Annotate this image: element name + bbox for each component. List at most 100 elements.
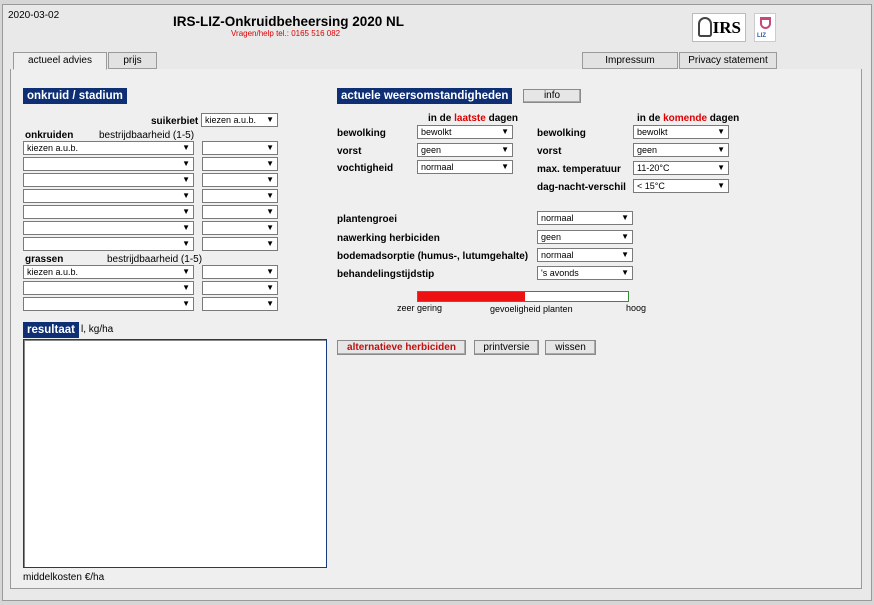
past-bewolking-label: bewolking	[337, 128, 386, 139]
sensitivity-bar-fill	[418, 292, 526, 301]
chevron-down-icon: ▼	[621, 213, 629, 222]
future-bewolking-select[interactable]: bewolkt ▼	[633, 125, 729, 139]
weed-difficulty-select-2[interactable]: ▼	[202, 157, 278, 171]
chevron-down-icon: ▼	[266, 283, 274, 292]
grass-difficulty-select-2[interactable]: ▼	[202, 281, 278, 295]
crop-label: suikerbiet	[151, 116, 199, 127]
past-vorst-select[interactable]: geen ▼	[417, 143, 513, 157]
date-label: 2020-03-02	[8, 10, 60, 21]
weed-difficulty-select-5[interactable]: ▼	[202, 205, 278, 219]
chevron-down-icon: ▼	[266, 207, 274, 216]
alternatieve-herbiciden-button[interactable]: alternatieve herbiciden	[337, 340, 466, 355]
nawerking-select[interactable]: geen ▼	[537, 230, 633, 244]
chevron-down-icon: ▼	[717, 163, 725, 172]
wissen-button[interactable]: wissen	[545, 340, 596, 355]
chevron-down-icon: ▼	[182, 143, 190, 152]
sensitivity-bar	[417, 291, 629, 302]
info-button[interactable]: info	[523, 89, 581, 103]
chevron-down-icon: ▼	[621, 250, 629, 259]
past-bewolking-select[interactable]: bewolkt ▼	[417, 125, 513, 139]
past-vochtigheid-select[interactable]: normaal ▼	[417, 160, 513, 174]
cost-label: middelkosten €/ha	[23, 572, 105, 583]
sensitivity-title-label: gevoeligheid planten	[490, 304, 573, 314]
chevron-down-icon: ▼	[501, 145, 509, 154]
beet-icon	[698, 17, 712, 37]
weed-select-4[interactable]: ▼	[23, 189, 194, 203]
chevron-down-icon: ▼	[621, 268, 629, 277]
irs-logo[interactable]: IRS	[692, 13, 746, 42]
weed-difficulty-select-7[interactable]: ▼	[202, 237, 278, 251]
grass-difficulty-select-1[interactable]: ▼	[202, 265, 278, 279]
weed-difficulty-select-1[interactable]: ▼	[202, 141, 278, 155]
chevron-down-icon: ▼	[266, 159, 274, 168]
nawerking-label: nawerking herbiciden	[337, 233, 440, 244]
printversie-button[interactable]: printversie	[474, 340, 539, 355]
chevron-down-icon: ▼	[266, 191, 274, 200]
liz-logo[interactable]: LIZ	[754, 13, 776, 42]
past-vorst-label: vorst	[337, 146, 362, 157]
weed-difficulty-select-3[interactable]: ▼	[202, 173, 278, 187]
future-maxtemp-select[interactable]: 11-20°C ▼	[633, 161, 729, 175]
chevron-down-icon: ▼	[266, 299, 274, 308]
weed-select-2[interactable]: ▼	[23, 157, 194, 171]
grass-difficulty-select-3[interactable]: ▼	[202, 297, 278, 311]
chevron-down-icon: ▼	[182, 283, 190, 292]
chevron-down-icon: ▼	[182, 175, 190, 184]
weed-select-1[interactable]: kiezen a.u.b. ▼	[23, 141, 194, 155]
grass-select-3[interactable]: ▼	[23, 297, 194, 311]
chevron-down-icon: ▼	[501, 162, 509, 171]
bodemadsorptie-select[interactable]: normaal ▼	[537, 248, 633, 262]
result-area	[23, 339, 327, 568]
future-bewolking-label: bewolking	[537, 128, 586, 139]
grasses-label: grassen	[25, 254, 64, 265]
future-dagnacht-label: dag-nacht-verschil	[537, 182, 626, 193]
weed-difficulty-select-4[interactable]: ▼	[202, 189, 278, 203]
grass-select-1[interactable]: kiezen a.u.b. ▼	[23, 265, 194, 279]
weed-select-6[interactable]: ▼	[23, 221, 194, 235]
grass-select-2[interactable]: ▼	[23, 281, 194, 295]
chevron-down-icon: ▼	[621, 232, 629, 241]
weeds-difficulty-label: bestrijdbaarheid (1-5)	[99, 130, 195, 141]
tab-prijs[interactable]: prijs	[108, 52, 157, 69]
weed-select-7[interactable]: ▼	[23, 237, 194, 251]
tab-actueel-advies[interactable]: actueel advies	[13, 52, 107, 70]
liz-mark-icon	[760, 17, 771, 29]
chevron-down-icon: ▼	[717, 127, 725, 136]
future-vorst-select[interactable]: geen ▼	[633, 143, 729, 157]
weeds-label: onkruiden	[25, 130, 74, 141]
chevron-down-icon: ▼	[266, 239, 274, 248]
future-dagnacht-select[interactable]: < 15°C ▼	[633, 179, 729, 193]
crop-select[interactable]: kiezen a.u.b. ▼	[201, 113, 278, 127]
section-onkruid-stadium: onkruid / stadium	[23, 88, 127, 104]
weed-difficulty-select-6[interactable]: ▼	[202, 221, 278, 235]
weed-select-5[interactable]: ▼	[23, 205, 194, 219]
future-vorst-label: vorst	[537, 146, 562, 157]
plantengroei-select[interactable]: normaal ▼	[537, 211, 633, 225]
behandelingstijdstip-select[interactable]: 's avonds ▼	[537, 266, 633, 280]
chevron-down-icon: ▼	[717, 181, 725, 190]
past-days-heading: in de laatste dagen	[428, 113, 519, 124]
behandelingstijdstip-label: behandelingstijdstip	[337, 269, 435, 280]
chevron-down-icon: ▼	[182, 191, 190, 200]
grasses-difficulty-label: bestrijdbaarheid (1-5)	[107, 254, 203, 265]
chevron-down-icon: ▼	[501, 127, 509, 136]
helpline-text: Vragen/help tel.: 0165 516 082	[231, 29, 341, 38]
future-maxtemp-label: max. temperatuur	[537, 164, 621, 175]
chevron-down-icon: ▼	[266, 115, 274, 124]
chevron-down-icon: ▼	[182, 299, 190, 308]
chevron-down-icon: ▼	[266, 143, 274, 152]
sensitivity-low-label: zeer gering	[397, 303, 443, 313]
weed-select-3[interactable]: ▼	[23, 173, 194, 187]
chevron-down-icon: ▼	[182, 239, 190, 248]
tab-impressum[interactable]: Impressum	[582, 52, 678, 69]
chevron-down-icon: ▼	[266, 175, 274, 184]
future-days-heading: in de komende dagen	[637, 113, 740, 124]
bodemadsorptie-label: bodemadsorptie (humus-, lutumgehalte)	[337, 251, 529, 262]
chevron-down-icon: ▼	[182, 207, 190, 216]
chevron-down-icon: ▼	[266, 223, 274, 232]
chevron-down-icon: ▼	[182, 159, 190, 168]
chevron-down-icon: ▼	[266, 267, 274, 276]
tab-privacy-statement[interactable]: Privacy statement	[679, 52, 777, 69]
chevron-down-icon: ▼	[182, 223, 190, 232]
chevron-down-icon: ▼	[717, 145, 725, 154]
